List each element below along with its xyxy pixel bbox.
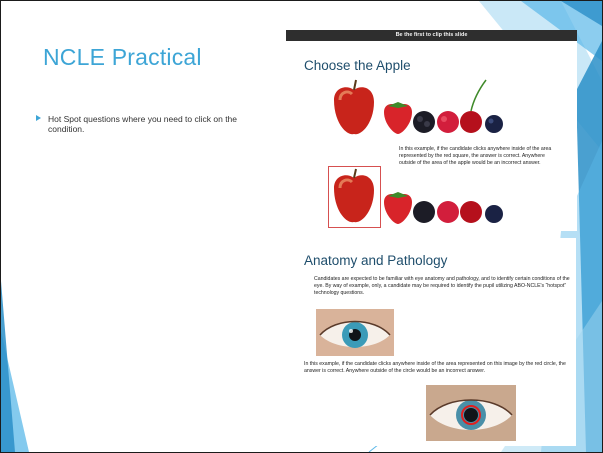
hotspot-red-square[interactable] [328,166,381,228]
cherry-icon [460,79,487,133]
eye-icon [316,309,394,356]
blueberry-icon [485,205,503,223]
cherry-icon [460,201,482,223]
bullet-arrow-icon [36,115,41,121]
clip-slide-bar[interactable]: Be the first to clip this slide [286,30,577,41]
panel-title: Anatomy and Pathology [304,253,448,268]
raspberry-icon [437,201,459,223]
bullet-item: Hot Spot questions where you need to cli… [48,114,238,134]
strawberry-icon [384,192,412,224]
panel-title: Choose the Apple [304,58,411,73]
eye-icon [426,385,516,441]
blackberry-icon [413,201,435,223]
fruit-row [334,79,503,135]
strawberry-icon [384,102,412,134]
blueberry-icon [485,115,503,133]
apple-example-panel: Be the first to clip this slide Choose t… [286,30,577,231]
raspberry-icon [437,111,459,133]
anatomy-example-panel: Anatomy and Pathology Candidates are exp… [296,238,576,446]
bullet-list: Hot Spot questions where you need to cli… [36,114,258,134]
blackberry-icon [413,111,435,133]
panel-caption: In this example, if the candidate clicks… [304,361,566,374]
slide: NCLE Practical Hot Spot questions where … [0,0,603,453]
panel-caption: In this example, if the candidate clicks… [399,146,552,166]
apple-icon [334,79,374,135]
slide-title: NCLE Practical [43,44,202,70]
panel-description: Candidates are expected to be familiar w… [314,276,570,296]
